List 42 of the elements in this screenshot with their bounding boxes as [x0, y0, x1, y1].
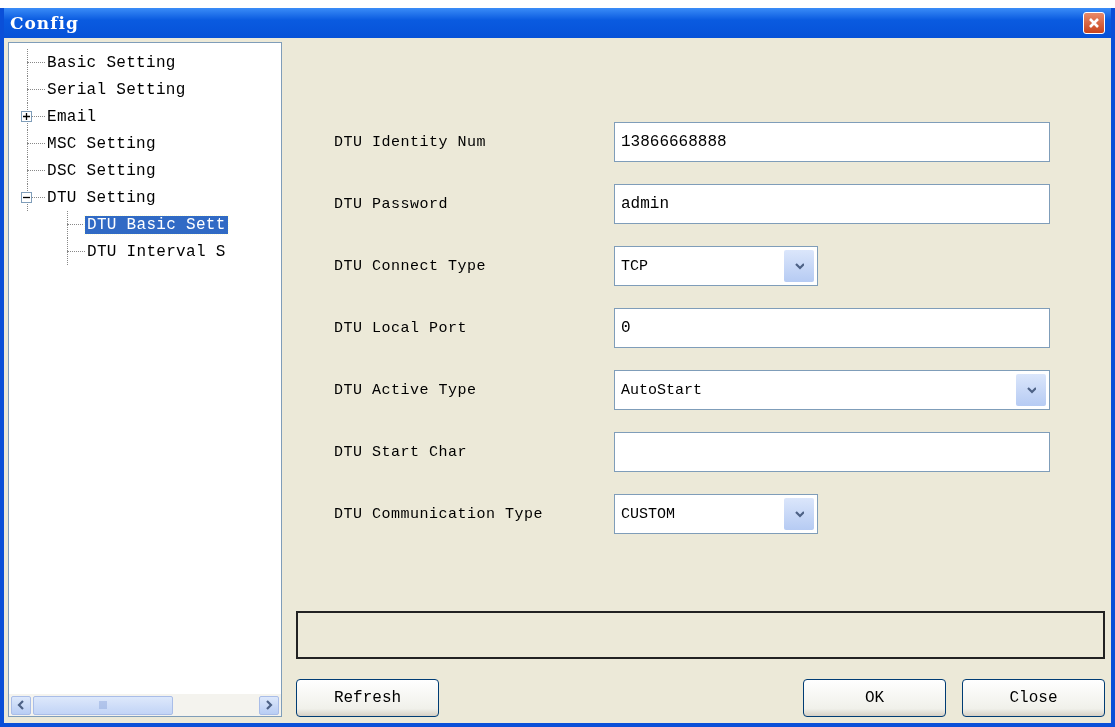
collapse-icon[interactable] [21, 192, 32, 203]
tree-item[interactable]: MSC Setting [45, 134, 158, 153]
scroll-left-button[interactable] [11, 695, 31, 715]
dialog-button[interactable]: Refresh [296, 679, 439, 717]
tree-item[interactable]: Basic Setting [45, 53, 178, 72]
text-field[interactable]: 13866668888 [614, 122, 1050, 162]
chevron-right-icon [264, 699, 274, 711]
close-icon [1088, 17, 1100, 29]
horizontal-scrollbar[interactable] [9, 694, 281, 716]
scroll-right-button[interactable] [259, 695, 279, 715]
minus-icon [23, 194, 30, 201]
tree-item[interactable]: Serial Setting [45, 80, 188, 99]
text-field[interactable]: admin [614, 184, 1050, 224]
scroll-thumb[interactable] [33, 695, 173, 715]
grip-icon [99, 701, 107, 709]
dropdown[interactable]: CUSTOM [614, 494, 818, 534]
tree-item[interactable]: DTU Interval S [85, 242, 228, 261]
text-field[interactable] [614, 432, 1050, 472]
dropdown[interactable]: AutoStart [614, 370, 1050, 410]
chevron-down-icon [794, 260, 804, 272]
text-field[interactable]: 0 [614, 308, 1050, 348]
chevron-down-icon [1026, 384, 1036, 396]
plus-icon [23, 113, 30, 120]
field-label: DTU Password [334, 195, 450, 213]
dialog-button[interactable]: OK [803, 679, 946, 717]
field-label: DTU Local Port [334, 319, 469, 337]
dropdown[interactable]: TCP [614, 246, 818, 286]
expand-icon[interactable] [21, 111, 32, 122]
window-title: Config [10, 13, 79, 33]
close-button[interactable] [1083, 12, 1105, 34]
field-label: DTU Connect Type [334, 257, 488, 275]
tree-item[interactable]: DSC Setting [45, 161, 158, 180]
field-label: DTU Identity Num [334, 133, 488, 151]
field-label: DTU Start Char [334, 443, 469, 461]
tree-item[interactable]: DTU Basic Sett [85, 215, 228, 234]
dialog-button[interactable]: Close [962, 679, 1105, 717]
chevron-left-icon [16, 699, 26, 711]
chevron-down-icon [794, 508, 804, 520]
tree-item[interactable]: Email [45, 107, 99, 126]
tree-item[interactable]: DTU Setting [45, 188, 158, 207]
field-label: DTU Active Type [334, 381, 478, 399]
field-label: DTU Communication Type [334, 505, 545, 523]
